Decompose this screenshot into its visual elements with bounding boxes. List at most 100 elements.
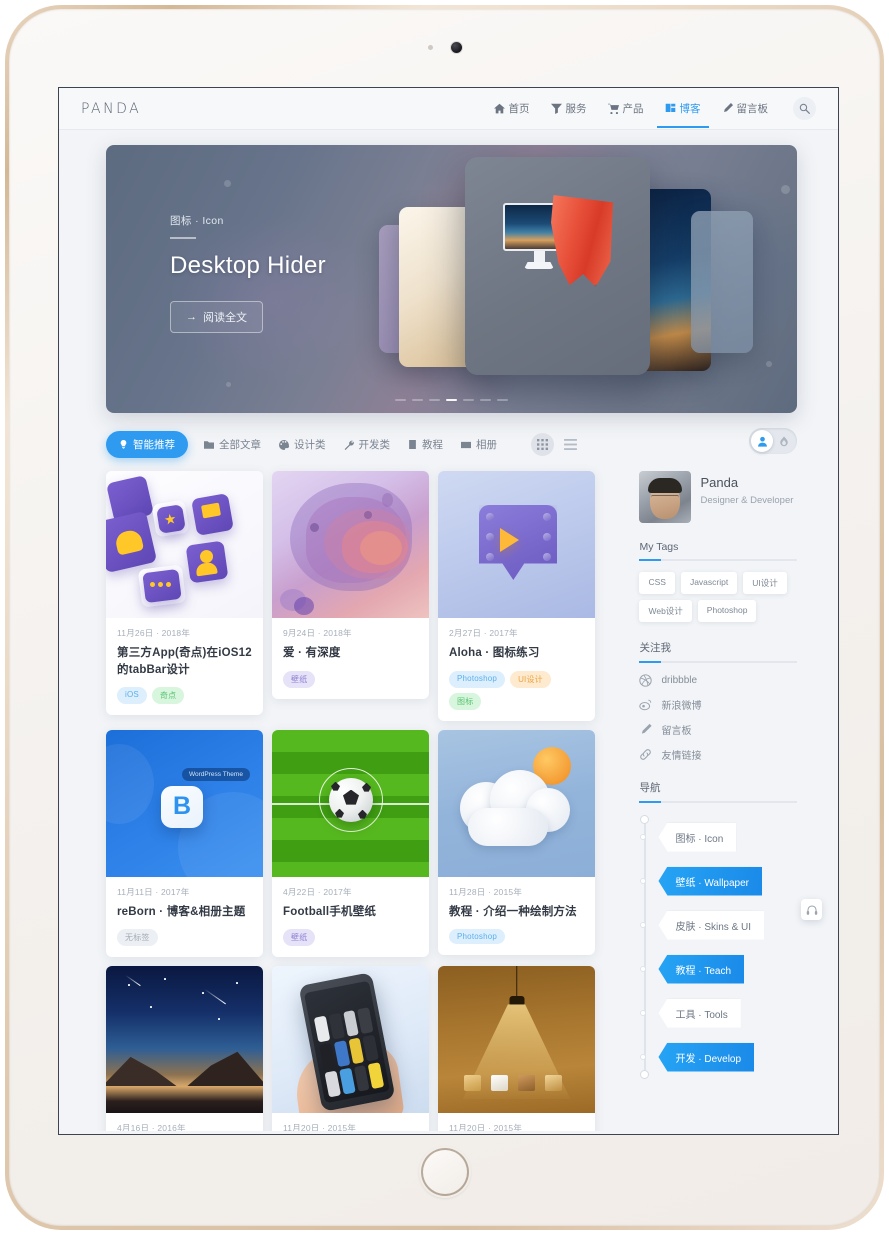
hero-category: 图标 · Icon <box>170 215 224 227</box>
hero-read-more-button[interactable]: → 阅读全文 <box>170 301 263 333</box>
hero-carousel-dot[interactable] <box>412 399 423 401</box>
card-tag-list: 无标签 <box>117 929 252 947</box>
profile-role: Designer & Developer <box>700 495 794 506</box>
card-thumbnail <box>272 471 429 618</box>
user-icon <box>757 436 767 447</box>
card-tag[interactable]: 无标签 <box>117 929 158 947</box>
grid-view-button[interactable] <box>531 433 554 456</box>
headphones-icon <box>806 904 817 915</box>
follow-link-weibo[interactable]: 新浪微博 <box>639 697 797 712</box>
toggle-knob-user[interactable] <box>751 430 773 452</box>
card-thumbnail <box>438 966 595 1114</box>
section-title: 关注我 <box>639 642 671 654</box>
link-icon <box>640 749 652 760</box>
book-icon <box>409 440 416 449</box>
hero-text-block: 图标 · Icon Desktop Hider → 阅读全文 <box>170 213 326 333</box>
card-tag[interactable]: Photoshop <box>449 929 506 945</box>
article-card[interactable]: WordPress Theme B 11月11日 · 2017年 reBorn … <box>106 729 263 958</box>
article-card[interactable]: 2月27日 · 2017年 Aloha · 图标练习 Photoshop UI设… <box>438 471 595 721</box>
tag-cloud: CSS Javascript UI设计 Web设计 Photoshop <box>639 572 797 622</box>
sidebar-tag[interactable]: Javascript <box>680 572 738 594</box>
filter-tab-develop[interactable]: 开发类 <box>342 431 393 458</box>
user-mode-toggle[interactable] <box>749 428 797 454</box>
card-tag[interactable]: 图标 <box>449 692 482 710</box>
hero-carousel-dot[interactable] <box>395 399 406 401</box>
filter-tab-all[interactable]: 全部文章 <box>202 431 263 458</box>
article-card[interactable]: 4月22日 · 2017年 Football手机壁纸 壁纸 <box>272 729 429 958</box>
article-card[interactable]: 11月20日 · 2015年 OrgRar · WinRAR主题 <box>438 966 595 1134</box>
sidebar-tag[interactable]: Web设计 <box>639 600 692 622</box>
card-tag[interactable]: UI设计 <box>510 670 551 688</box>
pen-icon <box>722 103 733 114</box>
mountain-right <box>187 1051 263 1087</box>
hero-carousel-dot[interactable] <box>480 399 491 401</box>
filter-tab-recommend[interactable]: 智能推荐 <box>106 431 188 458</box>
nav-item-home[interactable]: 首页 <box>492 90 532 127</box>
timeline-row: 壁纸 · Wallpaper <box>640 859 797 903</box>
card-thumbnail <box>272 966 429 1114</box>
filter-tab-album[interactable]: 相册 <box>459 431 499 458</box>
nav-timeline-item-wallpaper[interactable]: 壁纸 · Wallpaper <box>658 866 763 896</box>
list-view-button[interactable] <box>564 439 577 450</box>
article-card[interactable]: 9月24日 · 2018年 爱 · 有深度 壁纸 <box>272 471 429 699</box>
card-title: reBorn · 博客&相册主题 <box>117 905 246 918</box>
hero-carousel-dot[interactable] <box>446 399 457 401</box>
article-card[interactable]: 4月16日 · 2016年 私藏壁纸一张 <box>106 966 263 1134</box>
grid-view-icon <box>537 439 548 450</box>
nav-item-products[interactable]: 产品 <box>606 90 646 127</box>
article-card[interactable]: ★ 11月26日 · 2018年 第三方App(奇点)在iOS12的tabBar… <box>106 471 263 716</box>
sidebar-tag[interactable]: UI设计 <box>743 572 787 594</box>
profile-block[interactable]: Panda Designer & Developer <box>639 471 797 523</box>
hero-banner[interactable]: 图标 · Icon Desktop Hider → 阅读全文 <box>106 145 797 413</box>
home-button[interactable] <box>419 1146 471 1198</box>
hero-carousel-dot[interactable] <box>497 399 508 401</box>
article-card[interactable]: 11月20日 · 2015年 flyme手机主题 Photoshop UI设计 <box>272 966 429 1134</box>
card-date: 11月11日 · 2017年 <box>117 886 190 897</box>
search-button[interactable] <box>793 97 816 120</box>
sidebar-tag[interactable]: Photoshop <box>697 600 757 622</box>
hero-carousel-dot[interactable] <box>429 399 440 401</box>
nav-timeline-item-teach[interactable]: 教程 · Teach <box>658 954 745 984</box>
hero-carousel-indicators <box>106 399 797 401</box>
filter-tab-tutorial[interactable]: 教程 <box>406 431 445 458</box>
weibo-icon <box>639 699 652 711</box>
profile-name: Panda <box>700 475 739 490</box>
nav-item-label: 留言板 <box>736 103 769 115</box>
timeline-row: 开发 · Develop <box>640 1035 797 1079</box>
top-navigation-bar: PANDA 首页 服务 产品 博客 留言板 <box>59 88 838 130</box>
filter-tab-label: 设计类 <box>294 439 326 451</box>
card-thumbnail <box>438 729 595 877</box>
card-tag[interactable]: 壁纸 <box>283 929 316 947</box>
page-content: 图标 · Icon Desktop Hider → 阅读全文 智能推荐 全部文章… <box>59 130 838 1134</box>
cart-icon <box>607 103 619 114</box>
nav-timeline-item-icon[interactable]: 图标 · Icon <box>658 822 737 852</box>
card-tag[interactable]: 壁纸 <box>283 670 316 688</box>
nav-item-label: 服务 <box>565 103 587 115</box>
nav-item-guestbook[interactable]: 留言板 <box>720 90 771 127</box>
article-card[interactable]: 11月28日 · 2015年 教程 · 介绍一种绘制方法 Photoshop <box>438 729 595 956</box>
card-date: 11月28日 · 2015年 <box>449 886 523 897</box>
follow-link-guestbook[interactable]: 留言板 <box>639 722 797 737</box>
avatar <box>639 471 692 523</box>
card-tag[interactable]: Photoshop <box>449 670 506 688</box>
mountain-left <box>106 1056 177 1087</box>
palette-icon <box>279 439 289 450</box>
nav-item-blog[interactable]: 博客 <box>656 90 709 128</box>
nav-timeline-item-develop[interactable]: 开发 · Develop <box>658 1042 755 1072</box>
follow-link-friends[interactable]: 友情链接 <box>639 747 797 762</box>
nav-timeline-item-tools[interactable]: 工具 · Tools <box>658 998 741 1028</box>
blog-icon <box>665 103 676 114</box>
filter-tab-design[interactable]: 设计类 <box>277 431 328 458</box>
sidebar-tag[interactable]: CSS <box>639 572 675 594</box>
music-player-button[interactable] <box>801 899 822 920</box>
follow-link-dribbble[interactable]: dribbble <box>639 674 797 687</box>
site-logo[interactable]: PANDA <box>81 101 141 117</box>
folder-icon <box>204 440 214 449</box>
nav-item-label: 首页 <box>508 103 530 115</box>
toggle-knob-flame[interactable] <box>773 436 795 447</box>
nav-item-services[interactable]: 服务 <box>549 90 589 127</box>
hero-carousel-dot[interactable] <box>463 399 474 401</box>
nav-timeline-item-skins[interactable]: 皮肤 · Skins & UI <box>658 910 765 940</box>
card-tag[interactable]: iOS <box>117 687 147 705</box>
card-tag[interactable]: 奇点 <box>151 687 185 705</box>
